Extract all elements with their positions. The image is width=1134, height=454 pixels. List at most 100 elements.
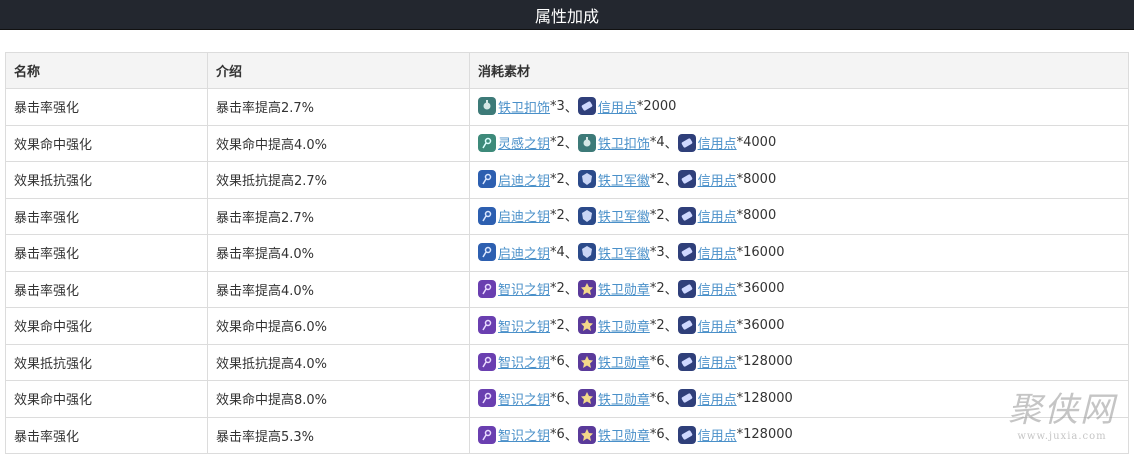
material-link[interactable]: 智识之钥 xyxy=(498,425,550,444)
material-link[interactable]: 信用点 xyxy=(698,206,737,225)
credit-icon xyxy=(677,170,696,188)
material-link[interactable]: 智识之钥 xyxy=(498,352,550,371)
material-item: 信用点 *128000 xyxy=(677,425,793,444)
row-materials: 启迪之钥 *2、铁卫军徽 *2、信用点 *8000 xyxy=(469,197,1129,235)
material-link[interactable]: 铁卫军徽 xyxy=(598,170,650,189)
material-quantity: *6 xyxy=(550,354,565,369)
row-materials: 灵感之钥 *2、铁卫扣饰 *4、信用点 *4000 xyxy=(469,124,1129,162)
material-quantity: *36000 xyxy=(736,317,785,333)
table-row: 效果命中强化 效果命中提高8.0% 智识之钥 *6、铁卫勋章 *6、信用点 *128000 xyxy=(5,380,1129,418)
material-link[interactable]: 信用点 xyxy=(698,352,737,371)
material-quantity: *16000 xyxy=(736,244,785,260)
credit-icon xyxy=(677,133,696,152)
material-quantity: *2 xyxy=(649,317,665,333)
material-link[interactable]: 信用点 xyxy=(698,170,737,189)
material-separator: 、 xyxy=(664,283,678,298)
material-item: 铁卫扣饰 *4、 xyxy=(577,133,678,152)
material-quantity: *6 xyxy=(649,390,665,406)
material-link[interactable]: 信用点 xyxy=(698,389,737,408)
material-separator: 、 xyxy=(564,210,578,225)
material-separator: 、 xyxy=(564,392,578,408)
material-link[interactable]: 智识之钥 xyxy=(498,316,550,335)
material-link[interactable]: 智识之钥 xyxy=(498,389,550,408)
iron-medal-icon xyxy=(577,316,596,334)
material-separator: 、 xyxy=(664,137,678,152)
table-body: 暴击率强化 暴击率提高2.7% 铁卫扣饰 *3、信用点 *2000 效果命中强化 效果命中提… xyxy=(5,88,1129,454)
wisdom-key-icon xyxy=(478,279,496,298)
material-link[interactable]: 铁卫勋章 xyxy=(598,425,650,444)
material-quantity: *6 xyxy=(649,354,665,369)
row-name: 效果抵抗强化 xyxy=(5,343,208,381)
material-link[interactable]: 信用点 xyxy=(698,316,737,335)
material-item: 智识之钥 *6、 xyxy=(478,352,578,371)
iron-insignia-icon xyxy=(577,170,596,188)
wisdom-key-icon xyxy=(478,425,496,444)
material-separator: 、 xyxy=(564,246,578,262)
material-link[interactable]: 信用点 xyxy=(698,425,737,444)
material-link[interactable]: 信用点 xyxy=(598,97,637,116)
iron-insignia-icon xyxy=(577,206,596,225)
iron-medal-icon xyxy=(577,279,596,298)
attribute-bonus-table: 名称 介绍 消耗素材 暴击率强化 暴击率提高2.7% 铁卫扣饰 *3、信用点 *2000… xyxy=(5,52,1129,454)
row-description: 暴击率提高2.7% xyxy=(207,88,470,126)
table-row: 暴击率强化 暴击率提高2.7% 铁卫扣饰 *3、信用点 *2000 xyxy=(5,88,1129,126)
row-materials: 智识之钥 *2、铁卫勋章 *2、信用点 *36000 xyxy=(469,270,1129,308)
material-link[interactable]: 启迪之钥 xyxy=(498,243,550,262)
material-item: 铁卫勋章 *2、 xyxy=(577,279,678,298)
material-separator: 、 xyxy=(664,210,678,225)
material-quantity: *2 xyxy=(550,135,565,150)
credit-icon xyxy=(677,316,696,334)
material-item: 铁卫扣饰 *3、 xyxy=(478,97,578,116)
material-item: 智识之钥 *2、 xyxy=(478,316,578,335)
watermark-url: www.juxia.com xyxy=(1017,431,1107,442)
row-name: 效果命中强化 xyxy=(5,380,208,418)
material-link[interactable]: 铁卫勋章 xyxy=(598,316,650,335)
material-quantity: *2 xyxy=(649,171,665,187)
row-description: 暴击率提高4.0% xyxy=(207,234,470,272)
material-link[interactable]: 启迪之钥 xyxy=(498,170,550,189)
material-link[interactable]: 智识之钥 xyxy=(498,279,550,298)
credit-icon xyxy=(677,279,696,298)
inspiration-key-icon xyxy=(478,133,496,152)
material-item: 启迪之钥 *2、 xyxy=(478,170,578,189)
material-link[interactable]: 铁卫勋章 xyxy=(598,389,650,408)
wisdom-key-icon xyxy=(478,316,496,334)
material-link[interactable]: 铁卫勋章 xyxy=(598,352,650,371)
credit-icon xyxy=(677,425,696,444)
row-name: 效果命中强化 xyxy=(5,124,208,162)
column-header-name: 名称 xyxy=(5,52,208,89)
material-link[interactable]: 信用点 xyxy=(698,279,737,298)
material-quantity: *2 xyxy=(550,171,565,187)
material-link[interactable]: 铁卫扣饰 xyxy=(598,133,650,152)
material-link[interactable]: 铁卫扣饰 xyxy=(498,97,550,116)
row-name: 效果抵抗强化 xyxy=(5,161,208,199)
material-quantity: *2 xyxy=(550,208,565,223)
material-item: 启迪之钥 *4、 xyxy=(478,243,578,262)
material-item: 信用点 *128000 xyxy=(677,352,793,371)
material-quantity: *36000 xyxy=(736,281,785,296)
row-name: 暴击率强化 xyxy=(5,270,208,308)
material-separator: 、 xyxy=(564,429,578,444)
material-item: 铁卫勋章 *6、 xyxy=(577,352,678,371)
material-separator: 、 xyxy=(564,283,578,298)
material-item: 铁卫勋章 *6、 xyxy=(577,389,678,408)
material-quantity: *2000 xyxy=(636,98,677,114)
material-link[interactable]: 铁卫勋章 xyxy=(598,279,650,298)
material-link[interactable]: 铁卫军徽 xyxy=(598,243,650,262)
material-link[interactable]: 信用点 xyxy=(698,133,737,152)
table-row: 暴击率强化 暴击率提高4.0% 启迪之钥 *4、铁卫军徽 *3、信用点 *16000 xyxy=(5,234,1129,272)
material-link[interactable]: 铁卫军徽 xyxy=(598,206,650,225)
material-item: 信用点 *8000 xyxy=(677,170,776,189)
material-separator: 、 xyxy=(564,319,578,335)
material-link[interactable]: 灵感之钥 xyxy=(498,133,550,152)
enlighten-key-icon xyxy=(478,206,496,225)
watermark: 聚侠网 www.juxia.com xyxy=(1008,382,1116,442)
iron-medal-icon xyxy=(577,389,596,407)
enlighten-key-icon xyxy=(478,170,496,188)
material-item: 信用点 *16000 xyxy=(677,243,785,262)
row-materials: 智识之钥 *2、 铁卫勋章 *2 、 信用点 *36000 xyxy=(469,307,1129,345)
credit-icon xyxy=(677,243,696,261)
material-link[interactable]: 信用点 xyxy=(698,243,737,262)
material-link[interactable]: 启迪之钥 xyxy=(498,206,550,225)
material-item: 铁卫军徽 *3、 xyxy=(577,243,678,262)
